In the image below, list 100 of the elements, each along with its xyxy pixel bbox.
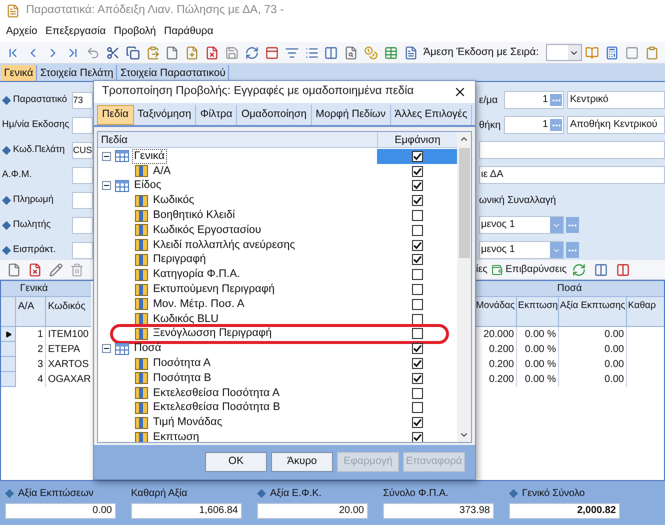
- wallet-icon: [490, 264, 502, 276]
- field-label: Πωλητής: [13, 218, 51, 232]
- table-cell: 0.00: [559, 372, 627, 387]
- table-cell: 0.00: [559, 327, 627, 342]
- dialog-tab[interactable]: Άλλες Επιλογές: [390, 105, 472, 125]
- input-field[interactable]: [479, 141, 665, 159]
- checkbox[interactable]: [412, 180, 422, 192]
- combo-field[interactable]: μενος 1: [479, 241, 564, 259]
- checkbox[interactable]: [412, 269, 422, 280]
- more-icon: [552, 124, 560, 126]
- checkbox[interactable]: [412, 372, 422, 384]
- checkbox[interactable]: [412, 166, 422, 177]
- field-name: Ξενόγλωσση Περιγραφή: [152, 327, 273, 340]
- checkbox[interactable]: [412, 298, 422, 310]
- combo-field[interactable]: μενος 1: [479, 216, 564, 234]
- field-name: Εκτελεσθείσα Ποσότητα Α: [152, 386, 281, 400]
- input-field[interactable]: 73: [72, 92, 93, 108]
- checkbox[interactable]: [412, 343, 422, 354]
- collapse-icon[interactable]: [102, 344, 111, 354]
- field-name: Είδος: [133, 179, 162, 192]
- collapse-icon[interactable]: [102, 181, 111, 190]
- field-name: Μον. Μέτρ. Ποσ. Α: [152, 298, 246, 311]
- input-field[interactable]: [72, 242, 93, 258]
- scrollbar[interactable]: [457, 132, 471, 442]
- checkbox[interactable]: [412, 150, 422, 162]
- dialog-tab[interactable]: Πεδία: [97, 105, 134, 125]
- field-label: Εισπράκτ.: [13, 242, 56, 257]
- input-field[interactable]: CUS: [72, 142, 93, 158]
- dialog-tab[interactable]: Ομαδοποίηση: [237, 105, 312, 125]
- column-icon: [135, 210, 148, 222]
- menu-item[interactable]: Αρχείο: [6, 24, 38, 40]
- input-field[interactable]: ιε ΔΑ: [479, 166, 665, 184]
- column-header[interactable]: Α/Α: [16, 297, 46, 326]
- menu-item[interactable]: Επεξεργασία: [45, 24, 106, 40]
- checkbox[interactable]: [412, 240, 422, 251]
- column-icon: [135, 387, 148, 400]
- column-icon: [135, 165, 148, 178]
- table-cell-text: XARTOS: [47, 358, 90, 372]
- table-cell: 0.00 %: [517, 372, 559, 387]
- total-field: 1,606.84: [131, 503, 242, 519]
- dialog-tab[interactable]: Φίλτρα: [196, 105, 238, 125]
- column-icon: [135, 224, 148, 236]
- dialog-button[interactable]: Άκυρο: [271, 452, 333, 472]
- collapse-icon[interactable]: [102, 152, 111, 161]
- column-header[interactable]: Κωδικός: [46, 297, 91, 326]
- input-field[interactable]: [72, 192, 93, 208]
- input-field[interactable]: [72, 116, 93, 134]
- name-field[interactable]: Κεντρικό: [567, 91, 665, 109]
- checkbox[interactable]: [412, 284, 422, 296]
- menu-item[interactable]: Παράθυρα: [164, 24, 214, 40]
- input-field[interactable]: [72, 216, 93, 234]
- checkbox[interactable]: [412, 224, 422, 236]
- dialog-tab[interactable]: Μορφή Πεδίων: [312, 105, 391, 125]
- table-icon: [115, 342, 129, 355]
- code-field[interactable]: 1: [504, 116, 564, 134]
- document-icon: [6, 4, 20, 18]
- form-tab[interactable]: Γενικά: [1, 65, 38, 81]
- total-label: Αξία Ε.Φ.Κ.: [270, 487, 322, 501]
- name-field[interactable]: Αποθήκη Κεντρικού: [567, 116, 665, 134]
- dialog-button[interactable]: OK: [205, 452, 267, 472]
- more-icon: [552, 98, 560, 102]
- field-label: Πληρωμή: [13, 192, 54, 207]
- checkbox[interactable]: [412, 210, 422, 222]
- column-icon: [135, 298, 148, 310]
- column-header[interactable]: Αξία Εκπτωσης: [559, 297, 627, 326]
- column-icon: [135, 416, 148, 429]
- checkbox[interactable]: [412, 388, 422, 399]
- band-header: Ποσά: [557, 282, 582, 296]
- input-field[interactable]: [72, 166, 93, 184]
- checkbox[interactable]: [412, 314, 422, 325]
- column-icon: [135, 358, 148, 370]
- checkbox[interactable]: [412, 254, 422, 266]
- field-name: Κωδικός Εργοστασίου: [152, 224, 262, 237]
- field-label: Α.Φ.Μ.: [2, 168, 32, 182]
- column-header: Πεδία: [100, 133, 129, 147]
- close-icon[interactable]: [453, 85, 467, 99]
- checkbox[interactable]: [412, 358, 422, 370]
- diamond-icon: [2, 196, 11, 204]
- code-field[interactable]: 1: [504, 91, 564, 109]
- column-icon: [135, 432, 148, 442]
- checkbox[interactable]: [412, 402, 422, 414]
- menu-item[interactable]: Προβολή: [114, 24, 156, 40]
- table-cell-text: ITEM100: [47, 328, 90, 342]
- diamond-icon: [5, 489, 14, 498]
- diamond-icon: [2, 246, 11, 254]
- window-title: Παραστατικά: Απόδειξη Λιαν. Πώλησης με ΔΑ, 73 -: [26, 3, 284, 18]
- table-cell: 0.00: [559, 357, 627, 372]
- column-header[interactable]: Εκπτωση: [517, 297, 559, 326]
- table-cell: 3: [16, 357, 46, 372]
- field-name: Βοηθητικό Κλειδί: [152, 209, 236, 222]
- current-row-icon: [4, 330, 12, 338]
- table-cell: 4: [16, 372, 46, 387]
- checkbox[interactable]: [412, 195, 422, 206]
- column-header[interactable]: Καθαρ: [627, 297, 664, 326]
- field-name: Περιγραφή: [152, 253, 207, 266]
- checkbox[interactable]: [412, 328, 422, 340]
- checkbox[interactable]: [412, 417, 422, 428]
- checkbox[interactable]: [412, 432, 422, 442]
- total-field: 2,000.82: [509, 503, 620, 519]
- dialog-tab[interactable]: Ταξινόμηση: [134, 105, 196, 125]
